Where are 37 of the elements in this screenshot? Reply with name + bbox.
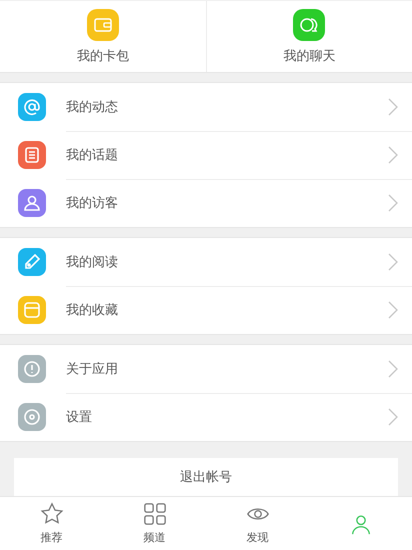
menu-row[interactable]: 我的访客 xyxy=(0,179,412,228)
menu-row[interactable]: 我的话题 xyxy=(0,131,412,180)
menu-row[interactable]: 关于应用 xyxy=(0,345,412,394)
chevron-icon xyxy=(388,98,398,116)
nav-tab[interactable]: 发现 xyxy=(206,497,309,550)
shortcut-tile[interactable]: 我的卡包 xyxy=(0,1,206,72)
menu-label: 设置 xyxy=(66,409,92,426)
menu-label: 我的阅读 xyxy=(66,254,118,271)
nav-tab[interactable]: 推荐 xyxy=(0,497,103,550)
tag-icon xyxy=(18,248,46,276)
menu-label: 我的动态 xyxy=(66,98,118,116)
person-icon xyxy=(18,189,46,218)
box-icon xyxy=(18,296,46,324)
chevron-icon xyxy=(388,194,398,212)
chat-icon xyxy=(293,8,326,41)
menu-row[interactable]: 设置 xyxy=(0,393,412,442)
chevron-icon xyxy=(388,408,398,426)
menu-label: 我的收藏 xyxy=(66,302,118,320)
menu-label: 我的访客 xyxy=(66,195,118,212)
chevron-icon xyxy=(388,360,398,378)
nav-tab[interactable]: 频道 xyxy=(103,497,206,550)
list-icon xyxy=(18,141,46,170)
logout-button[interactable]: 退出帐号 xyxy=(14,458,398,496)
menu-row[interactable]: 我的阅读 xyxy=(0,238,412,286)
grid-icon xyxy=(142,502,166,526)
menu-label: 关于应用 xyxy=(66,360,118,378)
chevron-icon xyxy=(388,252,398,271)
alert-icon xyxy=(18,355,46,384)
chevron-icon xyxy=(388,301,398,320)
at-icon xyxy=(18,93,46,122)
star-icon xyxy=(40,502,64,526)
menu-row[interactable]: 我的收藏 xyxy=(0,286,412,334)
menu-row[interactable]: 我的动态 xyxy=(0,83,412,132)
shortcut-tile[interactable]: 我的聊天 xyxy=(206,1,412,72)
menu-label: 我的话题 xyxy=(66,146,118,164)
wallet-icon xyxy=(86,8,119,41)
chevron-icon xyxy=(388,146,398,164)
